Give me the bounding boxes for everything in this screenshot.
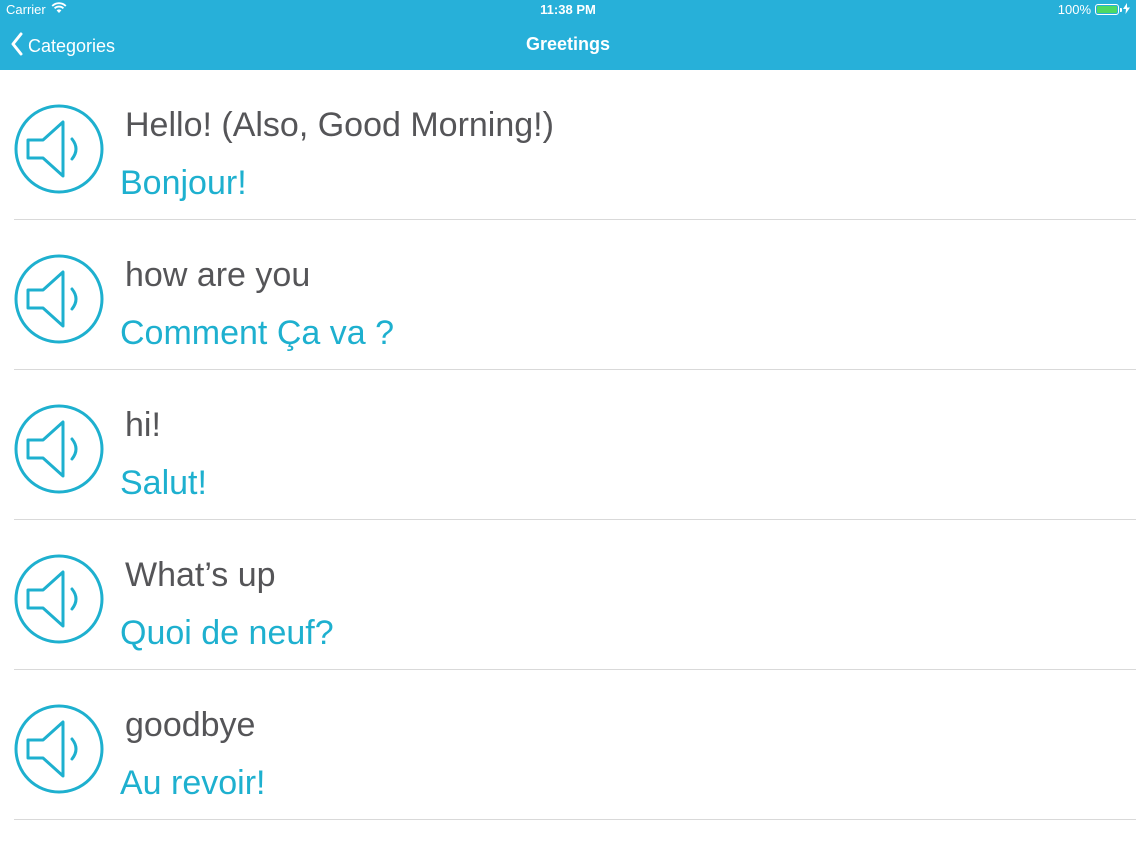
charging-bolt-icon (1123, 2, 1130, 17)
french-phrase: Quoi de neuf? (120, 614, 334, 652)
speaker-icon[interactable] (14, 554, 104, 644)
page-title: Greetings (525, 34, 611, 54)
top-bar: Carrier 11:38 PM 100% Categories Greetin… (0, 0, 1136, 70)
phrase-row[interactable]: how are you Comment Ça va ? (14, 220, 1136, 370)
speaker-icon[interactable] (14, 104, 104, 194)
speaker-icon[interactable] (14, 254, 104, 344)
status-time: 11:38 PM (540, 2, 596, 17)
french-phrase: Comment Ça va ? (120, 314, 394, 352)
phrase-row[interactable]: goodbye Au revoir! (14, 670, 1136, 820)
phrase-row[interactable]: What’s up Quoi de neuf? (14, 520, 1136, 670)
navigation-bar: Categories Greetings (0, 20, 1136, 70)
english-phrase: goodbye (125, 706, 256, 744)
battery-percent: 100% (1057, 2, 1091, 17)
battery-fill (1097, 6, 1117, 13)
french-phrase: Salut! (120, 464, 207, 502)
battery-icon (1095, 4, 1122, 15)
french-phrase: Au revoir! (120, 764, 266, 802)
english-phrase: how are you (125, 256, 311, 294)
phrase-row[interactable]: Hello! (Also, Good Morning!) Bonjour! (14, 70, 1136, 220)
french-phrase: Bonjour! (120, 164, 247, 202)
speaker-icon[interactable] (14, 704, 104, 794)
english-phrase: What’s up (125, 556, 276, 594)
status-right: 100% (1058, 2, 1130, 17)
battery-nub (1120, 8, 1122, 12)
phrase-row[interactable]: hi! Salut! (14, 370, 1136, 520)
status-bar: Carrier 11:38 PM 100% (0, 0, 1136, 20)
speaker-icon[interactable] (14, 404, 104, 494)
phrase-list: Hello! (Also, Good Morning!) Bonjour! ho… (0, 70, 1136, 820)
english-phrase: Hello! (Also, Good Morning!) (125, 106, 554, 144)
english-phrase: hi! (125, 406, 161, 444)
